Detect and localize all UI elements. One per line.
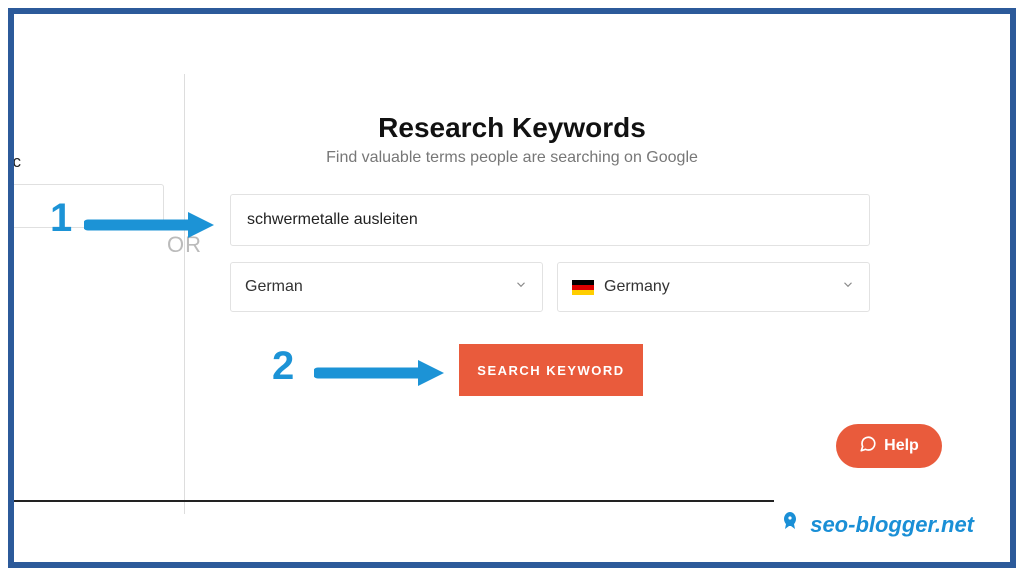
help-button[interactable]: Help (836, 424, 942, 468)
help-button-label: Help (884, 437, 919, 455)
language-select-value: German (245, 278, 303, 296)
divider-horizontal (14, 500, 774, 502)
chat-icon (859, 435, 877, 458)
search-keyword-button[interactable]: SEARCH KEYWORD (459, 344, 643, 396)
watermark-text: seo-blogger.net (810, 512, 974, 538)
annotation-step-2: 2 (272, 344, 294, 389)
germany-flag-icon (572, 280, 594, 295)
page-title: Research Keywords (14, 112, 1010, 144)
outer-frame: fic OR Research Keywords Find valuable t… (8, 8, 1016, 568)
page-subtitle: Find valuable terms people are searching… (14, 149, 1010, 167)
keyword-input[interactable] (230, 194, 870, 246)
annotation-arrow-1 (84, 210, 214, 240)
country-select-value: Germany (604, 278, 670, 296)
annotation-step-1: 1 (50, 196, 72, 241)
rocket-icon (778, 510, 802, 540)
watermark: seo-blogger.net (778, 510, 974, 540)
chevron-down-icon (514, 278, 528, 297)
annotation-arrow-2 (314, 358, 444, 388)
country-select[interactable]: Germany (557, 262, 870, 312)
language-select[interactable]: German (230, 262, 543, 312)
chevron-down-icon (841, 278, 855, 297)
